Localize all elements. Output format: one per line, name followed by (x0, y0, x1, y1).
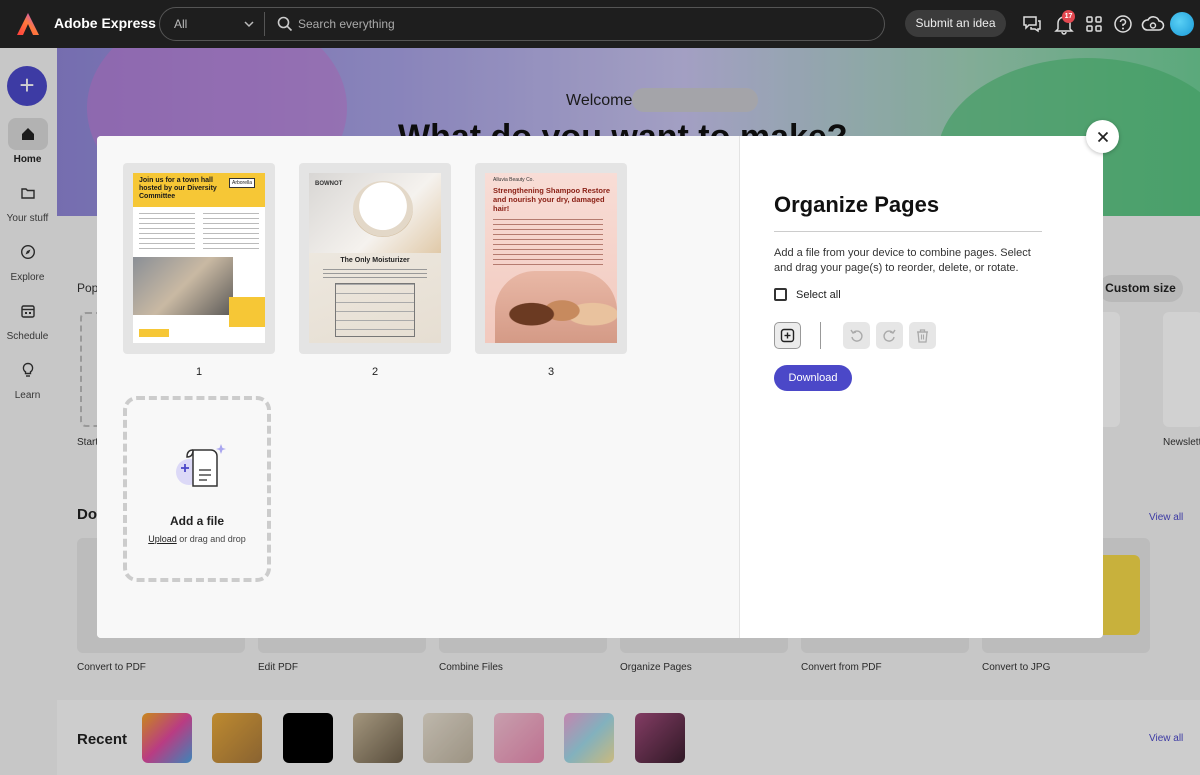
user-avatar[interactable] (1170, 12, 1194, 36)
trash-icon (917, 329, 928, 343)
organize-pages-dialog: Join us for a town hall hosted by our Di… (97, 136, 1103, 638)
rotate-right-icon (883, 329, 896, 342)
page-brand: BOWNOT (315, 181, 343, 187)
adobe-express-logo[interactable] (16, 12, 40, 36)
submit-idea-button[interactable]: Submit an idea (905, 10, 1006, 37)
organize-pages-panel: Organize Pages Add a file from your devi… (740, 136, 1103, 638)
insert-page-button[interactable] (774, 322, 801, 349)
app-title: Adobe Express (54, 15, 156, 31)
panel-description: Add a file from your device to combine p… (774, 247, 1031, 274)
panel-title: Organize Pages (774, 192, 940, 217)
page-number: 1 (195, 366, 203, 378)
delete-page-button[interactable] (909, 322, 936, 349)
search-divider (264, 12, 265, 36)
search-scope-select[interactable]: All (174, 17, 187, 31)
search-input[interactable] (298, 15, 858, 33)
help-icon[interactable] (1112, 13, 1134, 35)
top-bar: Adobe Express All Submit an idea 17 (0, 0, 1200, 48)
team-photo (133, 257, 233, 315)
page-brand: Alluvia Beauty Co. (493, 177, 534, 183)
page-thumbnail-3[interactable]: Alluvia Beauty Co. Strengthening Shampoo… (475, 163, 627, 354)
creative-cloud-icon[interactable] (1141, 13, 1165, 35)
page-grid: Join us for a town hall hosted by our Di… (97, 136, 740, 638)
chevron-down-icon[interactable] (242, 17, 256, 31)
add-file-title: Add a file (169, 514, 224, 528)
add-file-icon (176, 444, 226, 487)
page-thumbnail-2[interactable]: BOWNOT The Only Moisturizer (299, 163, 451, 354)
search-bar: All (159, 7, 885, 41)
close-icon (1097, 131, 1108, 142)
page-number: 3 (547, 366, 555, 378)
title-divider (774, 231, 1042, 232)
search-icon (277, 16, 293, 32)
page-headline: Join us for a town hall hosted by our Di… (139, 177, 217, 200)
select-all-checkbox[interactable]: Select all (774, 288, 841, 301)
select-all-label: Select all (796, 288, 841, 301)
page-brand: Arborella (229, 178, 256, 188)
download-button[interactable]: Download (774, 365, 852, 391)
add-file-dropzone[interactable]: Add a file Upload or drag and drop (123, 396, 271, 582)
checkbox-box[interactable] (774, 288, 787, 301)
rotate-left-button[interactable] (843, 322, 870, 349)
add-page-icon (780, 328, 795, 343)
upload-suffix: or drag and drop (176, 534, 246, 544)
close-dialog-button[interactable] (1086, 120, 1119, 153)
models-photo (495, 271, 617, 343)
product-jar-image (353, 181, 413, 237)
upload-link[interactable]: Upload (148, 534, 177, 544)
page-number: 2 (371, 366, 379, 378)
upload-instructions: Upload or drag and drop (127, 534, 267, 544)
chat-icon[interactable] (1021, 13, 1043, 35)
page-headline: The Only Moisturizer (340, 257, 410, 264)
page-headline: Strengthening Shampoo Restore and nouris… (493, 186, 611, 213)
page-thumbnail-1[interactable]: Join us for a town hall hosted by our Di… (123, 163, 275, 354)
apps-grid-icon[interactable] (1083, 13, 1105, 35)
toolbar-divider (820, 322, 821, 349)
rotate-right-button[interactable] (876, 322, 903, 349)
rotate-left-icon (850, 329, 863, 342)
notification-badge: 17 (1062, 10, 1075, 23)
